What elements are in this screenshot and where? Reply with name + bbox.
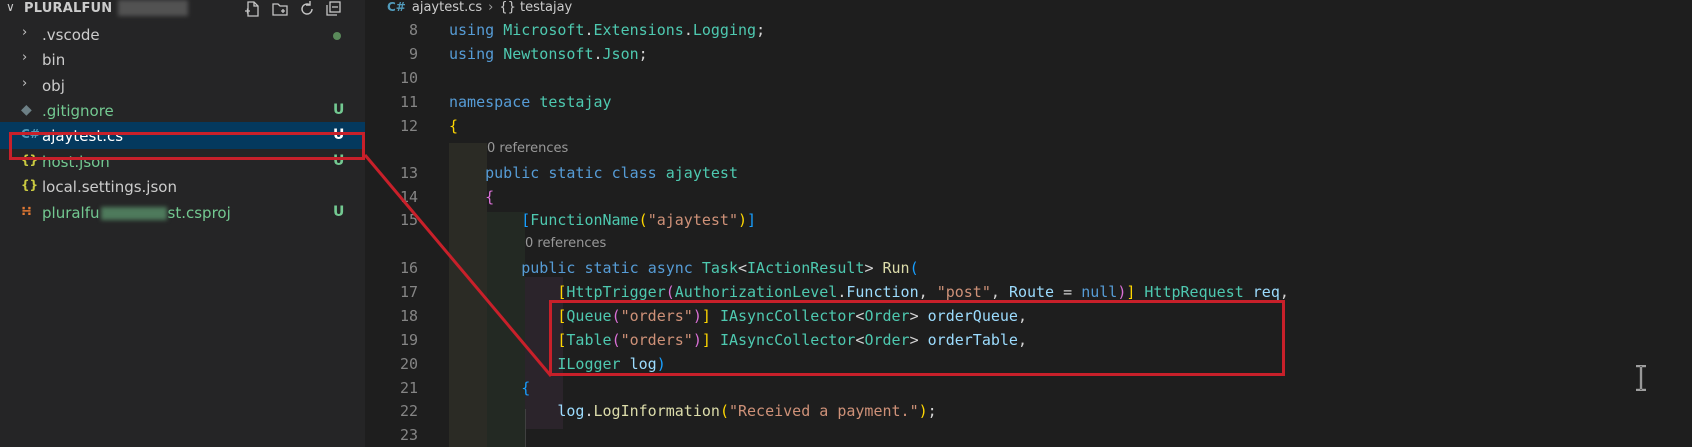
breadcrumb: C# ajaytest.cs › {} testajay	[387, 0, 572, 18]
tree-item-label: .gitignore	[42, 102, 114, 120]
csharp-file-icon: C#	[387, 0, 406, 14]
code-line[interactable]: [FunctionName("ajaytest")]	[449, 211, 756, 229]
line-number: 8	[408, 21, 418, 39]
code-line[interactable]: public static async Task<IActionResult> …	[449, 259, 918, 277]
redacted-text	[100, 207, 167, 220]
code-line[interactable]: using Microsoft.Extensions.Logging;	[449, 21, 765, 39]
explorer-sidebar: ∨ PLURALFUN › .vscode › bin › obj ◆ .git…	[0, 0, 365, 447]
tree-item-obj[interactable]: › obj	[0, 72, 365, 99]
codelens-references[interactable]: 0 references	[487, 141, 568, 156]
chevron-right-icon: ›	[488, 0, 494, 15]
tree-item-label-end: st.csproj	[167, 204, 231, 222]
braces-icon: {}	[499, 0, 516, 15]
tree-item-label: bin	[42, 51, 66, 69]
tree-item-label: .vscode	[42, 26, 100, 44]
code-line[interactable]: using Newtonsoft.Json;	[449, 45, 648, 63]
explorer-header[interactable]: ∨ PLURALFUN	[0, 0, 365, 18]
project-title: PLURALFUN	[24, 1, 113, 16]
tree-item-label: obj	[42, 77, 65, 95]
line-number: 15	[399, 211, 418, 229]
git-status-badge: U	[333, 204, 345, 220]
line-number: 11	[399, 93, 418, 111]
line-number: 10	[399, 69, 418, 87]
chevron-right-icon: ›	[22, 25, 28, 40]
tree-item-bin[interactable]: › bin	[0, 46, 365, 73]
code-line[interactable]: {	[449, 188, 494, 206]
git-status-badge: U	[333, 102, 345, 118]
breadcrumb-file[interactable]: ajaytest.cs	[412, 0, 482, 15]
line-number: 12	[399, 117, 418, 135]
tree-item-local-settings-json[interactable]: {} local.settings.json	[0, 173, 365, 200]
tree-item-label: local.settings.json	[42, 178, 177, 196]
code-line[interactable]: namespace testajay	[449, 93, 612, 111]
line-number: 13	[399, 164, 418, 182]
code-line[interactable]: [HttpTrigger(AuthorizationLevel.Function…	[449, 283, 1289, 301]
chevron-right-icon: ›	[22, 76, 28, 91]
tree-item-gitignore[interactable]: ◆ .gitignore U	[0, 97, 365, 124]
tree-item-label-start: pluralfu	[42, 204, 100, 222]
code-line[interactable]: {	[449, 379, 530, 397]
line-number: 17	[399, 283, 418, 301]
modified-dot-icon	[333, 32, 341, 40]
tree-item-csproj[interactable]: ∺ pluralfu st.csproj U	[0, 199, 365, 226]
annotation-highlight-file	[9, 132, 365, 160]
refresh-icon[interactable]	[298, 0, 316, 18]
code-line[interactable]: log.LogInformation("Received a payment."…	[449, 402, 936, 420]
annotation-highlight-parameters	[549, 300, 1285, 376]
line-number: 19	[399, 331, 418, 349]
tree-item-vscode[interactable]: › .vscode	[0, 21, 365, 48]
new-folder-icon[interactable]	[271, 0, 289, 18]
breadcrumb-symbol[interactable]: testajay	[520, 0, 572, 15]
chevron-down-icon[interactable]: ∨	[6, 0, 15, 14]
line-number: 14	[399, 188, 418, 206]
line-number: 22	[399, 402, 418, 420]
redacted-text	[118, 0, 188, 16]
chevron-right-icon: ›	[22, 50, 28, 65]
codelens-references[interactable]: 0 references	[525, 236, 606, 251]
new-file-icon[interactable]	[244, 0, 262, 18]
line-number: 18	[399, 307, 418, 325]
text-cursor-icon	[1636, 365, 1646, 391]
line-number: 16	[399, 259, 418, 277]
rss-icon: ∺	[21, 204, 32, 219]
json-file-icon: {}	[21, 178, 39, 192]
line-number: 20	[399, 355, 418, 373]
code-line[interactable]: public static class ajaytest	[449, 164, 738, 182]
line-number: 23	[399, 426, 418, 444]
line-number: 21	[399, 379, 418, 397]
collapse-all-icon[interactable]	[325, 0, 343, 18]
tree-item-label: pluralfu st.csproj	[42, 204, 231, 222]
gitignore-icon: ◆	[21, 102, 32, 118]
code-editor[interactable]: C# ajaytest.cs › {} testajay 8 9 10 11 12 1…	[365, 0, 1692, 447]
code-line[interactable]: {	[449, 117, 458, 135]
line-number: 9	[408, 45, 418, 63]
